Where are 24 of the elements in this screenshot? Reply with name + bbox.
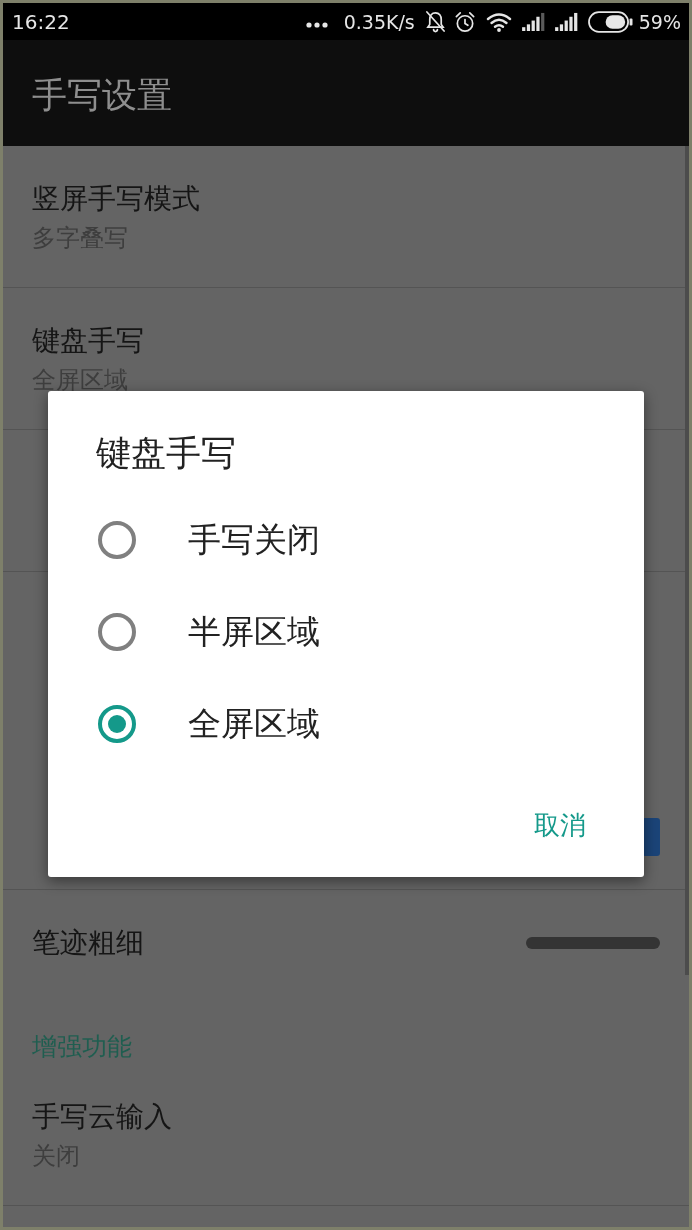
signal-icon: [554, 12, 578, 31]
setting-row[interactable]: 笔迹粗细: [3, 890, 689, 995]
radio-option[interactable]: 全屏区域: [48, 678, 644, 770]
radio-option[interactable]: 半屏区域: [48, 586, 644, 678]
battery-percent: 59%: [638, 9, 681, 34]
radio-icon[interactable]: [98, 705, 136, 743]
dialog-title: 键盘手写: [96, 433, 236, 473]
setting-title: 笔迹粗细: [32, 925, 144, 961]
radio-icon[interactable]: [98, 613, 136, 651]
setting-title: 手写云输入: [32, 1099, 172, 1135]
status-time: 16:22: [12, 9, 70, 34]
more-dots-icon: [305, 21, 328, 28]
signal-icon: [521, 12, 545, 31]
wifi-icon: [485, 11, 512, 32]
setting-title: 竖屏手写模式: [32, 181, 200, 217]
radio-icon[interactable]: [98, 521, 136, 559]
screen-title: 手写设置: [32, 74, 172, 117]
muted-bell-icon: [424, 10, 446, 33]
radio-option[interactable]: 手写关闭: [48, 494, 644, 586]
alarm-clock-icon: [453, 10, 476, 33]
battery-icon: [587, 10, 633, 33]
category-header: 增强功能: [32, 1031, 132, 1063]
setting-title: 键盘手写: [32, 323, 144, 359]
network-speed: 0.35K/s: [343, 9, 415, 34]
